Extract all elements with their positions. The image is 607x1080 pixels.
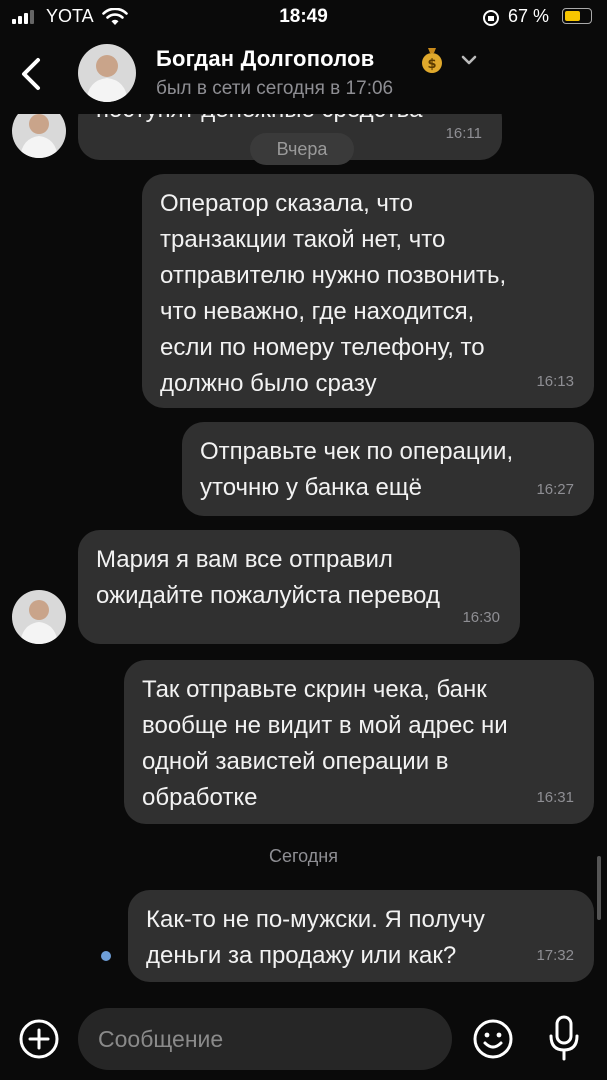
message-bubble-outgoing[interactable]: Как-то не по-мужски. Я получу деньги за … [128,890,594,982]
microphone-icon[interactable] [546,1014,582,1062]
battery-percent: 67 % [508,6,550,26]
message-text: Оператор сказала, что транзакции такой н… [160,190,507,397]
message-text: Так отправьте скрин чека, банк вообще не… [142,676,508,811]
message-bubble-outgoing[interactable]: Оператор сказала, что транзакции такой н… [142,174,594,408]
message-time: 16:27 [536,481,574,498]
chevron-down-icon[interactable] [460,54,478,66]
message-time: 16:13 [536,373,574,390]
orientation-lock-icon [483,10,499,26]
message-composer: Сообщение [0,1000,607,1080]
last-seen-status: был в сети сегодня в 17:06 [156,78,394,99]
message-text: Как-то не по-мужски. Я получу деньги за … [146,906,485,969]
message-time: 16:30 [462,609,500,626]
date-separator: Вчера [250,133,354,165]
avatar[interactable] [12,590,66,644]
unread-dot [101,951,111,961]
svg-text:$: $ [427,57,436,72]
message-bubble-incoming[interactable]: Мария я вам все отправил ожидайте пожалу… [78,530,520,644]
message-text: Отправьте чек по операции, уточню у банк… [200,438,514,501]
message-time: 16:31 [536,789,574,806]
chevron-left-icon[interactable] [14,54,54,94]
contact-name[interactable]: Богдан Долгополов [156,46,375,72]
message-bubble-outgoing[interactable]: Так отправьте скрин чека, банк вообще не… [124,660,594,824]
smiley-icon[interactable] [472,1018,514,1060]
message-time: 17:32 [536,947,574,964]
scrollbar[interactable] [597,856,601,920]
avatar[interactable] [78,44,136,102]
message-time: 16:11 [445,125,482,142]
message-input[interactable]: Сообщение [78,1008,452,1070]
chat-header: Богдан Долгополов $ был в сети сегодня в… [0,36,607,114]
message-text: Мария я вам все отправил ожидайте пожалу… [96,546,441,609]
plus-circle-icon[interactable] [18,1018,60,1060]
status-bar: YOTA 18:49 67 % [0,0,607,36]
date-separator: Сегодня [269,846,338,866]
money-bag-icon: $ [422,48,442,73]
message-bubble-outgoing[interactable]: Отправьте чек по операции, уточню у банк… [182,422,594,516]
battery-icon [562,8,592,24]
